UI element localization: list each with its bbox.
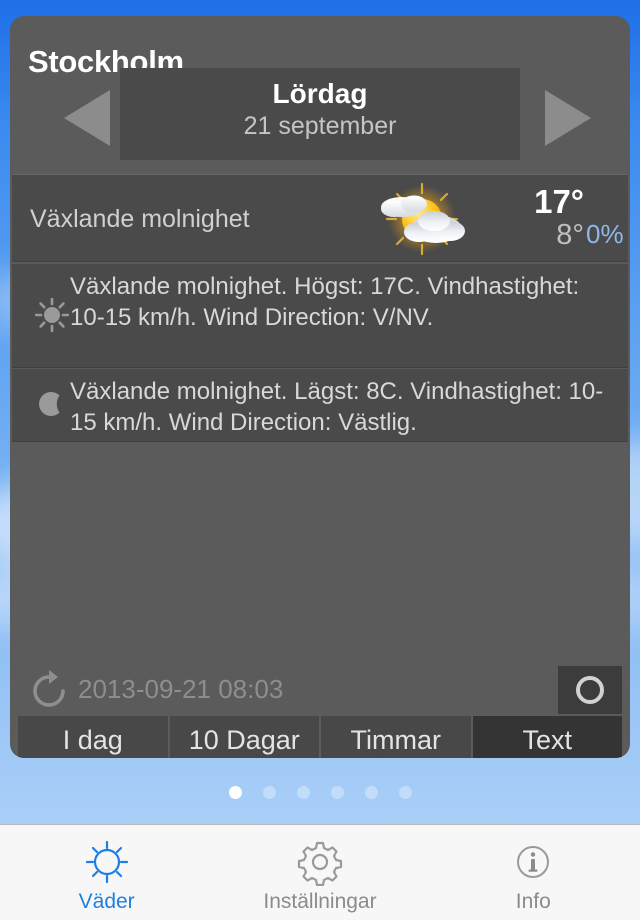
selected-day-display[interactable]: Lördag 21 september [120,68,520,160]
sun-icon [28,297,76,337]
forecast-detail-row-day[interactable]: Växlande molnighet. Högst: 17C. Vindhast… [12,264,628,368]
page-dot[interactable] [398,786,412,799]
forecast-detail-text: Växlande molnighet. Lägst: 8C. Vindhasti… [70,378,604,436]
tab-label-info: Info [515,890,551,913]
page-dot[interactable] [364,786,378,799]
forecast-detail-text: Växlande molnighet. Högst: 17C. Vindhast… [70,273,580,331]
next-day-button[interactable] [515,68,625,168]
triangle-right-icon [545,90,591,146]
day-date-label: 21 september [243,112,397,140]
weather-card: Stockholm Lördag 21 september Växlande m… [10,16,630,758]
triangle-left-icon [64,90,110,146]
temperature-low: 8° [556,219,584,251]
location-toggle-button[interactable] [558,666,622,714]
segment-today[interactable]: I dag [18,716,170,758]
precipitation-chance: 0% [586,219,624,249]
page-indicator [0,786,640,799]
sun-outline-icon [83,837,131,887]
segment-hours[interactable]: Timmar [321,716,473,758]
forecast-detail-row-night[interactable]: Växlande molnighet. Lägst: 8C. Vindhasti… [12,369,628,442]
last-updated-timestamp: 2013-09-21 08:03 [78,674,284,704]
refresh-icon[interactable] [28,670,70,712]
info-circle-icon [509,837,557,887]
refresh-bar: 2013-09-21 08:03 [10,666,630,718]
tab-info[interactable]: Info [427,825,640,920]
bottom-tab-bar: Väder Inställningar Info [0,824,640,920]
tab-label-settings: Inställningar [263,890,377,913]
temperature-high: 17° [534,183,584,220]
current-conditions-row[interactable]: Växlande molnighet 17° 8° 0% [12,174,628,262]
page-dot[interactable] [330,786,344,799]
weather-app-screen: Stockholm Lördag 21 september Växlande m… [0,0,640,920]
tab-label-weather: Väder [78,890,135,913]
page-dot[interactable] [296,786,310,799]
view-mode-segmented-control: I dag 10 Dagar Timmar Text [18,716,622,758]
moon-icon [28,387,76,426]
condition-label: Växlande molnighet [30,205,250,233]
tab-weather[interactable]: Väder [0,825,213,920]
tab-settings[interactable]: Inställningar [213,825,426,920]
gear-icon [296,837,344,887]
page-dot[interactable] [262,786,276,799]
segment-10-days[interactable]: 10 Dagar [169,716,321,758]
segment-text[interactable]: Text [472,716,622,758]
sun-behind-cloud-icon [364,182,484,257]
page-dot[interactable] [228,786,242,799]
ring-icon [576,676,604,704]
day-navigator: Lördag 21 september [10,68,630,168]
day-name-label: Lördag [272,78,368,109]
